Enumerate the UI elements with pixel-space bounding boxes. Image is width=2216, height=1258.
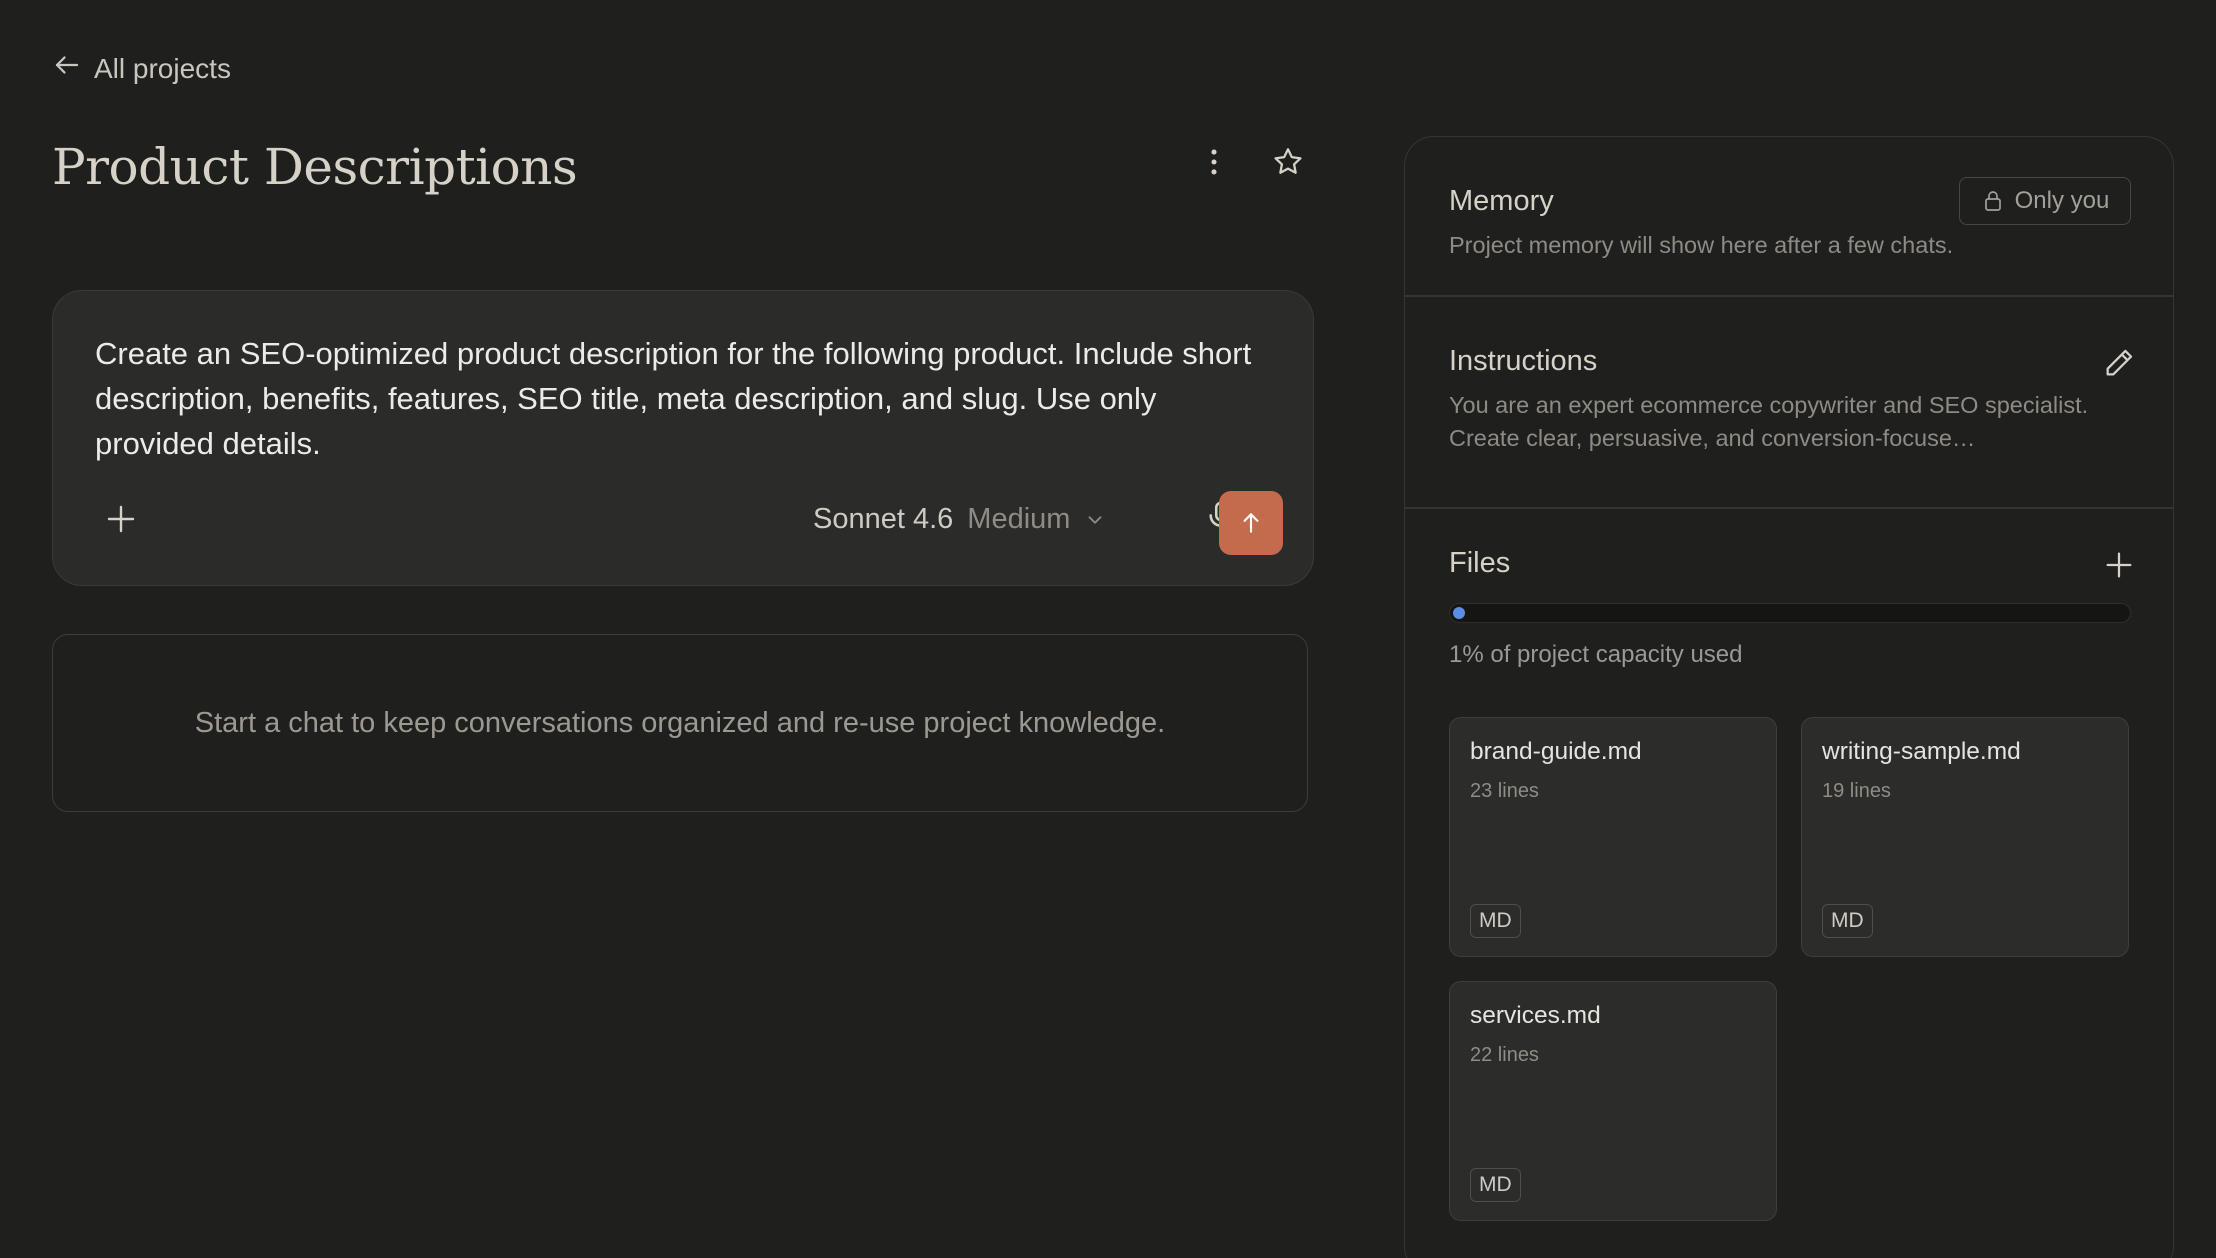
star-icon bbox=[1274, 148, 1302, 174]
model-level: Medium bbox=[967, 503, 1071, 535]
project-page: All projects Product Descriptions Create… bbox=[0, 0, 2216, 1258]
model-selector[interactable]: Sonnet 4.6 Medium bbox=[813, 503, 1106, 536]
send-button[interactable] bbox=[1219, 491, 1283, 555]
file-type-badge: MD bbox=[1470, 904, 1521, 938]
all-projects-label: All projects bbox=[94, 52, 231, 84]
add-file-button[interactable] bbox=[2097, 543, 2141, 587]
chevron-down-icon bbox=[1089, 515, 1102, 524]
chat-composer: Create an SEO-optimized product descript… bbox=[52, 290, 1314, 586]
title-actions bbox=[1192, 140, 1310, 184]
capacity-bar bbox=[1449, 603, 2131, 623]
plus-icon bbox=[107, 505, 135, 533]
file-card-writing-sample[interactable]: writing-sample.md 19 lines MD bbox=[1801, 717, 2129, 957]
plus-icon bbox=[2106, 552, 2132, 578]
visibility-label: Only you bbox=[2014, 187, 2110, 214]
file-type-badge: MD bbox=[1470, 1168, 1521, 1202]
file-line-count: 19 lines bbox=[1822, 780, 1891, 802]
arrow-up-icon bbox=[1243, 513, 1259, 533]
arrow-left-icon bbox=[52, 50, 82, 87]
memory-title: Memory bbox=[1449, 185, 1554, 217]
file-card-services[interactable]: services.md 22 lines MD bbox=[1449, 981, 1777, 1221]
page-title: Product Descriptions bbox=[52, 138, 578, 196]
file-name: brand-guide.md bbox=[1470, 738, 1642, 765]
project-side-panel: Memory Only you Project memory will show… bbox=[1404, 136, 2174, 1258]
file-line-count: 22 lines bbox=[1470, 1044, 1539, 1066]
file-name: services.md bbox=[1470, 1002, 1601, 1029]
files-title: Files bbox=[1449, 547, 1511, 579]
capacity-fill bbox=[1453, 607, 1465, 619]
instructions-description: You are an expert ecommerce copywriter a… bbox=[1449, 392, 2089, 451]
edit-instructions-button[interactable] bbox=[2097, 341, 2141, 385]
visibility-badge[interactable]: Only you bbox=[1959, 177, 2131, 225]
favorite-button[interactable] bbox=[1266, 140, 1310, 184]
more-options-button[interactable] bbox=[1192, 140, 1236, 184]
capacity-text: 1% of project capacity used bbox=[1449, 641, 1743, 668]
file-name: writing-sample.md bbox=[1822, 738, 2021, 765]
model-name: Sonnet 4.6 bbox=[813, 503, 954, 535]
file-line-count: 23 lines bbox=[1470, 780, 1539, 802]
message-input[interactable]: Create an SEO-optimized product descript… bbox=[95, 331, 1275, 466]
instructions-title: Instructions bbox=[1449, 345, 1598, 377]
memory-description: Project memory will show here after a fe… bbox=[1449, 232, 1954, 258]
add-attachment-button[interactable] bbox=[99, 497, 143, 541]
divider bbox=[1405, 507, 2173, 509]
pencil-icon bbox=[2106, 349, 2133, 376]
divider bbox=[1405, 295, 2173, 297]
chats-empty-state: Start a chat to keep conversations organ… bbox=[52, 634, 1308, 812]
lock-icon bbox=[1984, 191, 2001, 211]
file-type-badge: MD bbox=[1822, 904, 1873, 938]
file-card-brand-guide[interactable]: brand-guide.md 23 lines MD bbox=[1449, 717, 1777, 957]
vertical-dots-icon bbox=[1211, 149, 1217, 175]
all-projects-link[interactable]: All projects bbox=[52, 50, 231, 87]
